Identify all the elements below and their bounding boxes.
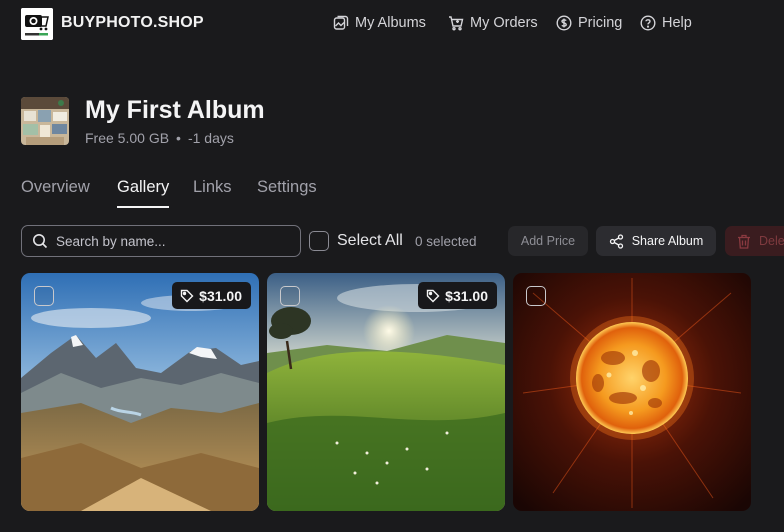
price-label: $31.00 — [445, 287, 488, 304]
selected-count: 0 selected — [415, 234, 477, 249]
delete-button[interactable]: Delete — [725, 226, 784, 256]
album-cover-thumbnail — [21, 97, 69, 145]
price-label: $31.00 — [199, 287, 242, 304]
price-tag: $31.00 — [172, 282, 251, 309]
add-price-button[interactable]: Add Price — [508, 226, 588, 256]
camera-cart-logo[interactable] — [21, 8, 53, 40]
nav-label: My Orders — [470, 15, 538, 31]
photo-select-checkbox[interactable] — [34, 286, 54, 306]
add-price-label: Add Price — [520, 234, 576, 248]
share-icon — [609, 233, 623, 249]
album-meta: Free 5.00 GB • -1 days — [85, 130, 234, 146]
brand-name[interactable]: BUYPHOTO.SHOP — [61, 14, 204, 32]
tag-icon — [426, 289, 440, 302]
photo-card[interactable]: $31.00 — [267, 273, 505, 511]
question-circle-icon — [640, 15, 656, 31]
nav-label: Help — [662, 15, 692, 31]
tag-icon — [180, 289, 194, 302]
top-header: BUYPHOTO.SHOP My Albums My Orders Pricin… — [0, 0, 784, 48]
nav-help[interactable]: Help — [640, 13, 692, 33]
select-all-checkbox[interactable] — [309, 231, 329, 251]
photo-card[interactable]: $31.00 — [21, 273, 259, 511]
search-icon — [33, 234, 48, 249]
share-album-label: Share Album — [631, 234, 704, 248]
dollar-circle-icon — [556, 15, 572, 31]
delete-label: Delete — [759, 234, 784, 248]
photo-card[interactable] — [513, 273, 751, 511]
nav-my-albums[interactable]: My Albums — [333, 13, 426, 33]
album-storage: Free 5.00 GB — [85, 130, 170, 146]
select-all-label[interactable]: Select All — [337, 232, 403, 250]
tab-gallery[interactable]: Gallery — [117, 178, 170, 208]
meta-separator: • — [176, 130, 181, 146]
tab-overview[interactable]: Overview — [21, 178, 90, 206]
album-title: My First Album — [85, 96, 265, 124]
search-box[interactable] — [21, 225, 301, 257]
nav-label: Pricing — [578, 15, 623, 31]
album-tabs: Overview Gallery Links Settings — [21, 178, 784, 208]
search-input[interactable] — [56, 233, 286, 249]
share-album-button[interactable]: Share Album — [596, 226, 716, 256]
price-tag: $31.00 — [418, 282, 497, 309]
tab-settings[interactable]: Settings — [257, 178, 317, 206]
nav-my-orders[interactable]: My Orders — [448, 13, 538, 33]
trash-icon — [738, 234, 750, 249]
album-expiry: -1 days — [187, 130, 234, 146]
fiery-sun-photo — [513, 273, 751, 511]
album-icon — [333, 15, 349, 30]
photo-select-checkbox[interactable] — [526, 286, 546, 306]
nav-label: My Albums — [355, 15, 426, 31]
photo-select-checkbox[interactable] — [280, 286, 300, 306]
cart-icon — [449, 16, 464, 31]
nav-pricing[interactable]: Pricing — [556, 13, 622, 33]
tab-links[interactable]: Links — [193, 178, 232, 206]
